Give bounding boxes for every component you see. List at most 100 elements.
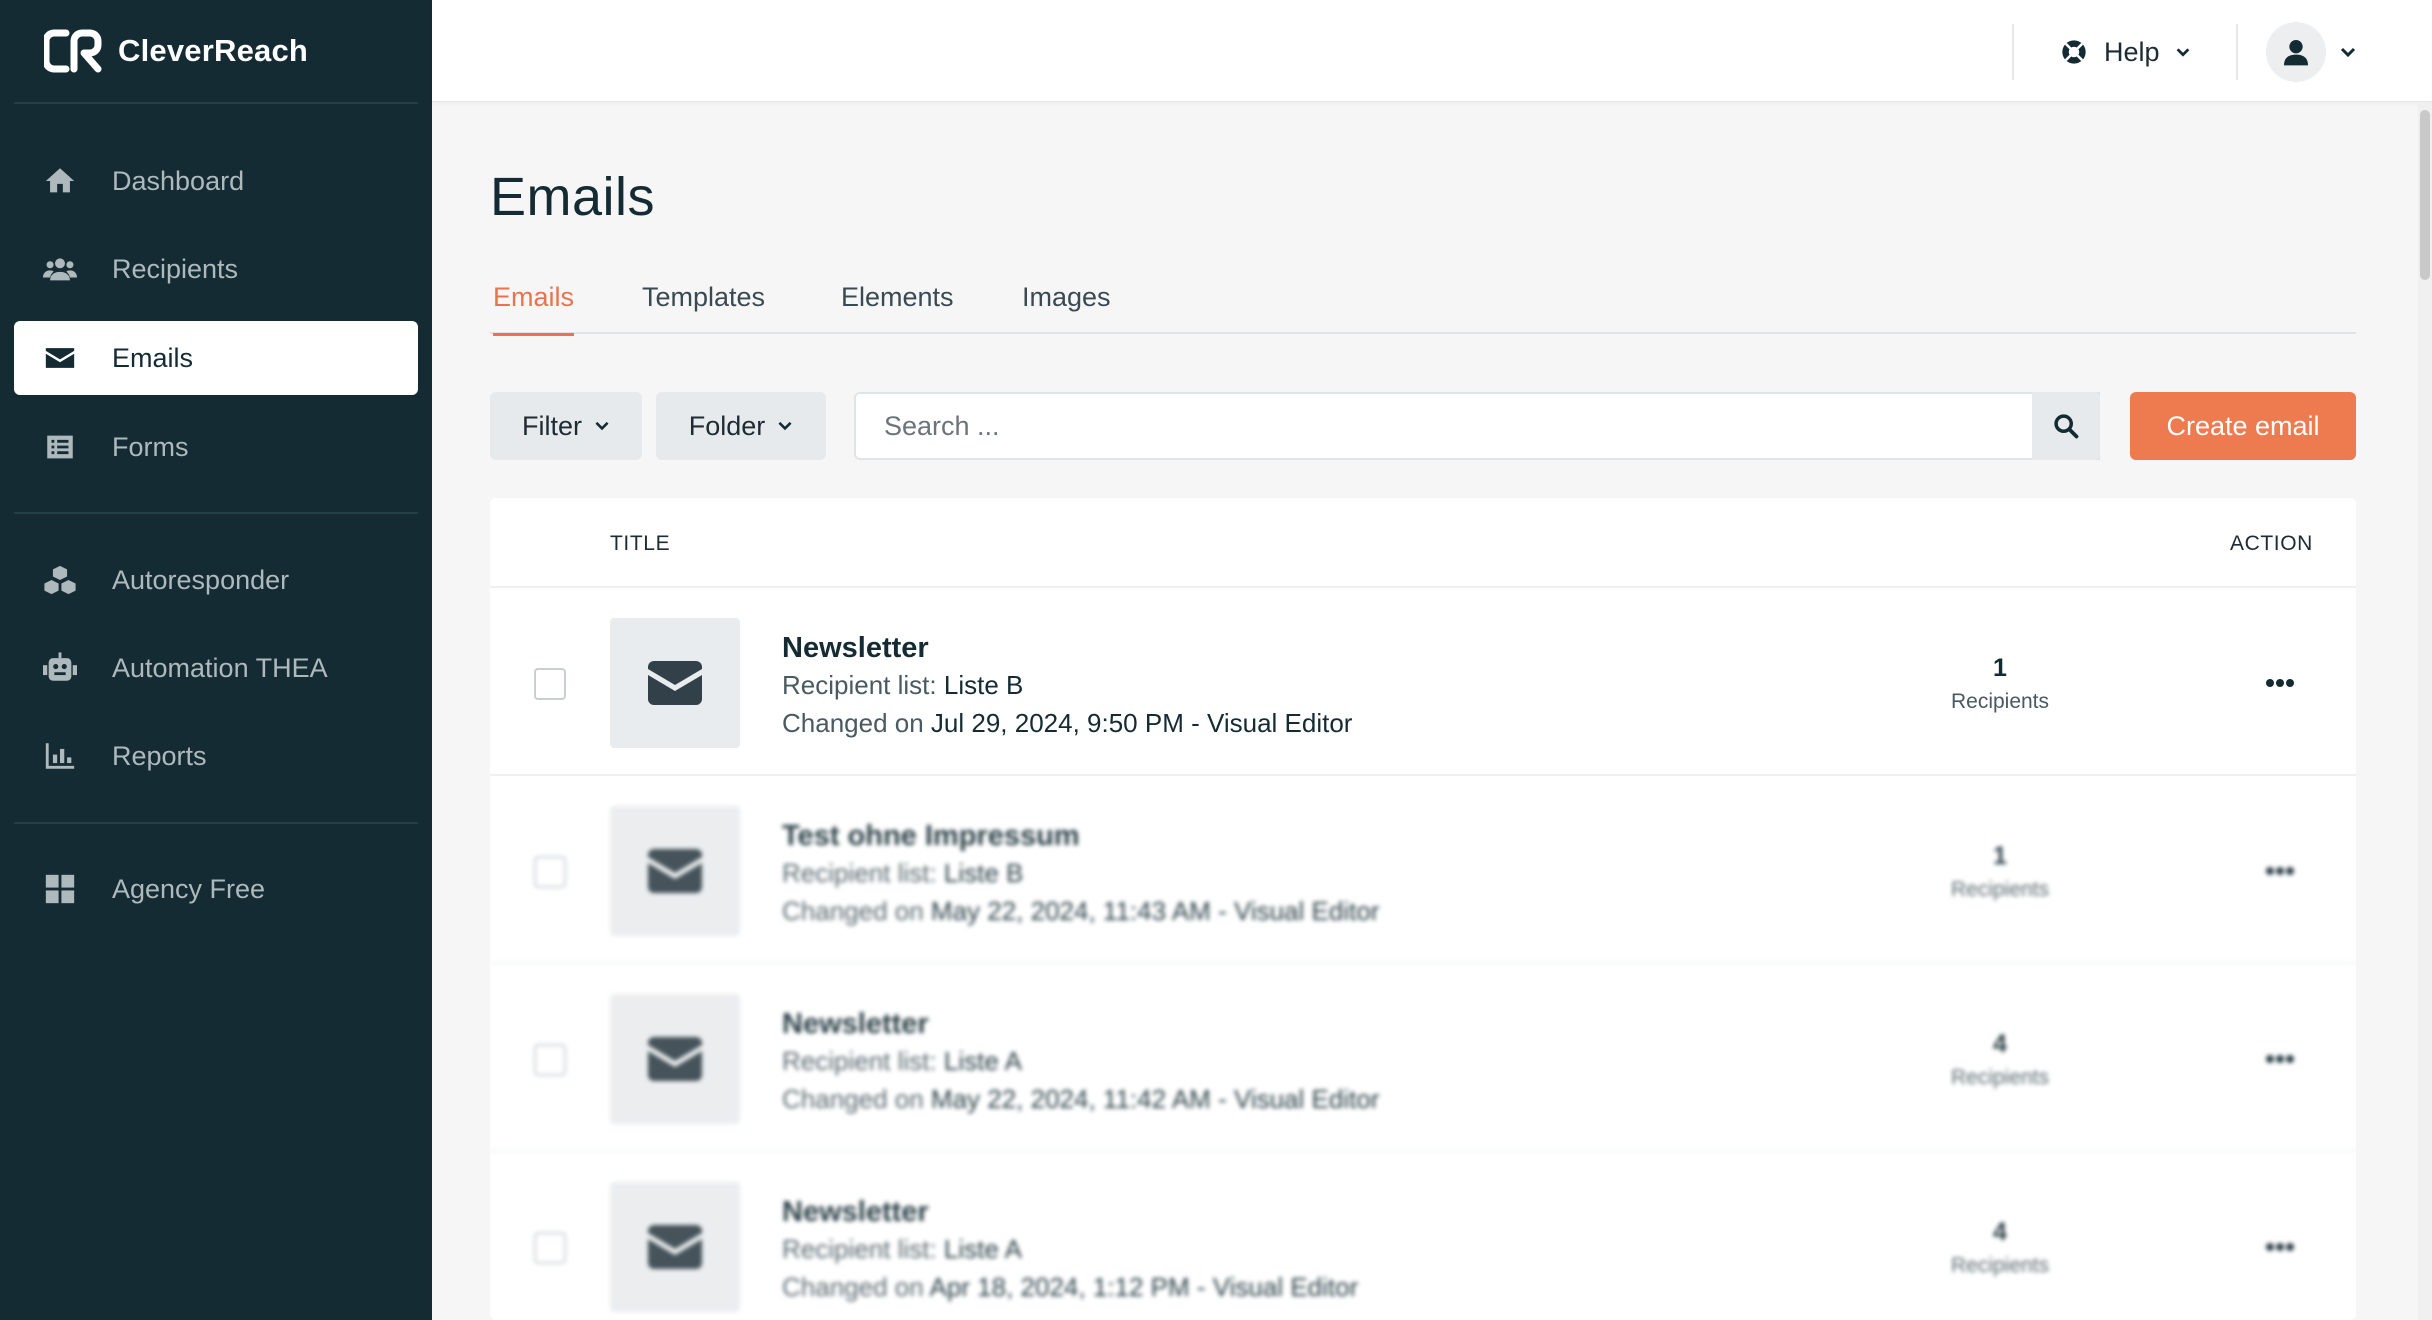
email-title[interactable]: Test ohne Impressum [782, 820, 1080, 853]
create-email-button[interactable]: Create email [2130, 392, 2356, 460]
more-horizontal-icon [2266, 679, 2294, 687]
row-checkbox[interactable] [534, 1044, 566, 1076]
recipient-count: 4 [1993, 1030, 2007, 1058]
sidebar-item-label: Forms [112, 431, 189, 462]
tab-templates[interactable]: Templates [642, 282, 765, 333]
row-actions-button[interactable] [2260, 1232, 2300, 1262]
sidebar-item-autoresponder[interactable]: Autoresponder [14, 543, 418, 617]
row-actions-button[interactable] [2260, 1044, 2300, 1074]
user-icon [2284, 40, 2308, 66]
changed-line: Changed on May 22, 2024, 11:42 AM - Visu… [782, 1084, 1379, 1115]
chevron-down-icon [778, 421, 792, 431]
recipient-list-line: Recipient list: Liste B [782, 670, 1023, 701]
sidebar-item-label: Emails [112, 342, 194, 373]
chevron-down-icon [2176, 48, 2189, 57]
recipient-count: 1 [1993, 842, 2007, 870]
email-thumbnail[interactable] [610, 806, 740, 936]
envelope-icon [648, 661, 702, 705]
tab-images[interactable]: Images [1022, 282, 1111, 333]
search-field [854, 392, 2100, 460]
recipient-count-label: Recipients [1950, 878, 2050, 901]
changed-value: May 22, 2024, 11:42 AM - Visual Editor [930, 1084, 1380, 1114]
changed-prefix: Changed on [782, 896, 924, 926]
changed-line: Changed on Jul 29, 2024, 9:50 PM - Visua… [782, 708, 1352, 739]
grid-icon [42, 871, 78, 907]
logo-mark-icon [44, 29, 102, 73]
recipient-count-label: Recipients [1950, 690, 2050, 713]
sidebar-item-label: Dashboard [112, 165, 245, 196]
row-actions-button[interactable] [2260, 856, 2300, 886]
changed-prefix: Changed on [782, 708, 924, 738]
topbar-divider [2012, 24, 2014, 80]
table-row[interactable]: Newsletter Recipient list: Liste A Chang… [490, 964, 2356, 1152]
help-menu[interactable]: Help [2060, 30, 2192, 74]
sidebar-item-agency-free[interactable]: Agency Free [14, 852, 418, 926]
recipient-list-prefix: Recipient list: [782, 858, 937, 888]
email-thumbnail[interactable] [610, 1182, 740, 1312]
sidebar-item-forms[interactable]: Forms [14, 410, 418, 484]
recipient-list-value: Liste B [943, 670, 1024, 700]
scrollbar-thumb[interactable] [2420, 110, 2430, 280]
robot-icon [42, 650, 78, 686]
changed-prefix: Changed on [782, 1272, 924, 1302]
tab-emails[interactable]: Emails [493, 282, 575, 336]
row-checkbox[interactable] [534, 1232, 566, 1264]
topbar-divider [2236, 24, 2238, 80]
row-checkbox[interactable] [534, 856, 566, 888]
sidebar-item-reports[interactable]: Reports [14, 719, 418, 793]
help-label: Help [2104, 36, 2160, 67]
filter-button[interactable]: Filter [490, 392, 642, 460]
tab-bar: Emails Templates Elements Images [490, 278, 2356, 336]
bar-chart-icon [42, 738, 78, 774]
table-row[interactable]: Test ohne Impressum Recipient list: List… [490, 776, 2356, 964]
search-input[interactable] [856, 394, 2098, 458]
chevron-down-icon[interactable] [2338, 42, 2358, 62]
tab-elements[interactable]: Elements [841, 282, 954, 333]
search-button[interactable] [2032, 392, 2100, 460]
row-checkbox[interactable] [534, 668, 566, 700]
changed-value: Jul 29, 2024, 9:50 PM - Visual Editor [930, 708, 1353, 738]
email-thumbnail[interactable] [610, 994, 740, 1124]
changed-prefix: Changed on [782, 1084, 924, 1114]
email-thumbnail[interactable] [610, 618, 740, 748]
brand-name: CleverReach [118, 33, 309, 68]
envelope-icon [42, 340, 78, 376]
folder-label: Folder [688, 410, 766, 441]
recipient-list-prefix: Recipient list: [782, 1046, 937, 1076]
row-actions-button[interactable] [2260, 668, 2300, 698]
page-scrollbar[interactable] [2418, 102, 2432, 1320]
changed-value: Apr 18, 2024, 1:12 PM - Visual Editor [929, 1272, 1359, 1302]
recipient-list-line: Recipient list: Liste A [782, 1046, 1022, 1077]
emails-table: TITLE ACTION Newsletter Recipient list: … [490, 498, 2356, 1320]
recipient-list-line: Recipient list: Liste B [782, 858, 1023, 889]
more-horizontal-icon [2266, 1243, 2294, 1251]
user-avatar[interactable] [2266, 22, 2326, 82]
page-title: Emails [490, 167, 656, 227]
recipient-count-label: Recipients [1950, 1066, 2050, 1089]
sidebar-item-emails[interactable]: Emails [14, 321, 418, 395]
changed-line: Changed on May 22, 2024, 11:43 AM - Visu… [782, 896, 1379, 927]
recipient-list-value: Liste B [943, 858, 1024, 888]
email-title[interactable]: Newsletter [782, 632, 929, 665]
cleverreach-logo[interactable]: CleverReach [44, 28, 308, 74]
envelope-icon [648, 1225, 702, 1269]
sidebar-item-recipients[interactable]: Recipients [14, 232, 418, 306]
email-title[interactable]: Newsletter [782, 1196, 929, 1229]
recipient-list-prefix: Recipient list: [782, 670, 937, 700]
sidebar-item-dashboard[interactable]: Dashboard [14, 144, 418, 218]
folder-button[interactable]: Folder [656, 392, 826, 460]
sidebar-item-label: Automation THEA [112, 652, 328, 683]
recipient-list-value: Liste A [943, 1234, 1022, 1264]
recipient-list-line: Recipient list: Liste A [782, 1234, 1022, 1265]
table-row[interactable]: Newsletter Recipient list: Liste A Chang… [490, 1152, 2356, 1320]
sidebar-divider [14, 102, 418, 104]
recipient-count-label: Recipients [1950, 1254, 2050, 1277]
changed-value: May 22, 2024, 11:43 AM - Visual Editor [930, 896, 1380, 926]
changed-line: Changed on Apr 18, 2024, 1:12 PM - Visua… [782, 1272, 1358, 1303]
column-header-title[interactable]: TITLE [610, 532, 670, 556]
email-title[interactable]: Newsletter [782, 1008, 929, 1041]
sidebar-item-automation-thea[interactable]: Automation THEA [14, 631, 418, 705]
recipient-list-value: Liste A [943, 1046, 1022, 1076]
home-icon [42, 163, 78, 199]
table-row[interactable]: Newsletter Recipient list: Liste B Chang… [490, 588, 2356, 776]
